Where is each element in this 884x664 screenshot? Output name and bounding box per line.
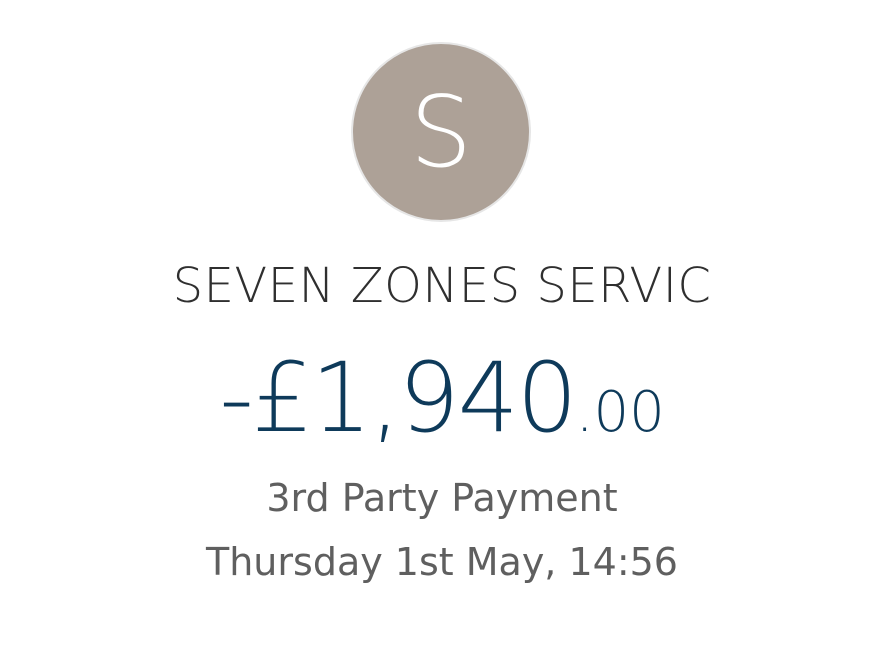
transaction-datetime: Thursday 1st May, 14:56: [206, 540, 678, 584]
merchant-name: SEVEN ZONES SERVIC: [172, 258, 712, 314]
merchant-avatar: S: [351, 42, 531, 222]
transaction-detail: S SEVEN ZONES SERVIC -£1,940.00 3rd Part…: [0, 0, 884, 664]
amount-pence: .00: [575, 380, 665, 445]
transaction-amount: -£1,940.00: [0, 348, 884, 476]
avatar-initial: S: [409, 76, 473, 190]
amount-pounds: -£1,940: [219, 342, 578, 454]
payment-type: 3rd Party Payment: [266, 476, 618, 520]
